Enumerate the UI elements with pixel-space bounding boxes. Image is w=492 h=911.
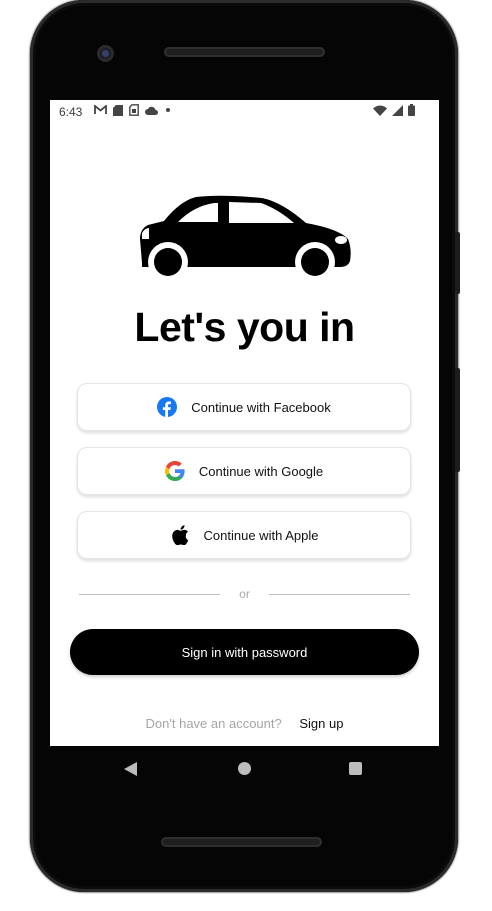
page-title: Let's you in — [134, 304, 355, 350]
gmail-icon — [94, 105, 107, 114]
power-button — [455, 368, 460, 472]
wifi-icon — [373, 105, 387, 116]
sign-in-with-password-button[interactable]: Sign in with password — [70, 629, 419, 675]
continue-with-apple-button[interactable]: Continue with Apple — [77, 511, 411, 559]
recents-icon[interactable] — [349, 762, 362, 775]
earpiece-speaker — [164, 47, 325, 57]
volume-button — [455, 232, 460, 294]
cloud-icon — [145, 106, 158, 115]
google-icon — [164, 461, 185, 481]
back-icon[interactable] — [124, 762, 137, 776]
battery-icon — [408, 104, 415, 116]
continue-with-facebook-button[interactable]: Continue with Facebook — [77, 383, 411, 431]
app-screen: 6:43 Let's you in Continue with Facebook… — [50, 100, 439, 746]
signal-icon — [392, 104, 403, 116]
front-camera — [97, 45, 114, 62]
system-status-icons — [373, 104, 415, 116]
divider-line-left — [79, 594, 220, 595]
divider-line-right — [269, 594, 410, 595]
navigation-bar — [50, 746, 439, 792]
status-bar: 6:43 — [50, 100, 439, 124]
google-button-label: Continue with Google — [198, 463, 324, 479]
sd-card-icon — [113, 104, 123, 116]
notification-icons — [94, 104, 172, 116]
continue-with-google-button[interactable]: Continue with Google — [77, 447, 411, 495]
facebook-icon — [157, 397, 178, 417]
sign-up-link[interactable]: Sign up — [299, 716, 343, 731]
signup-prompt: Don't have an account? Sign up — [50, 716, 439, 731]
home-icon[interactable] — [238, 762, 251, 775]
dot-icon — [166, 108, 170, 112]
bottom-speaker — [161, 837, 322, 847]
divider-or-text: or — [239, 587, 250, 601]
apple-icon — [170, 525, 190, 545]
car-icon — [140, 195, 351, 282]
sim-icon — [129, 104, 139, 116]
apple-button-label: Continue with Apple — [203, 527, 319, 543]
no-account-text: Don't have an account? — [145, 716, 282, 731]
facebook-button-label: Continue with Facebook — [191, 399, 331, 415]
status-time: 6:43 — [59, 105, 83, 119]
